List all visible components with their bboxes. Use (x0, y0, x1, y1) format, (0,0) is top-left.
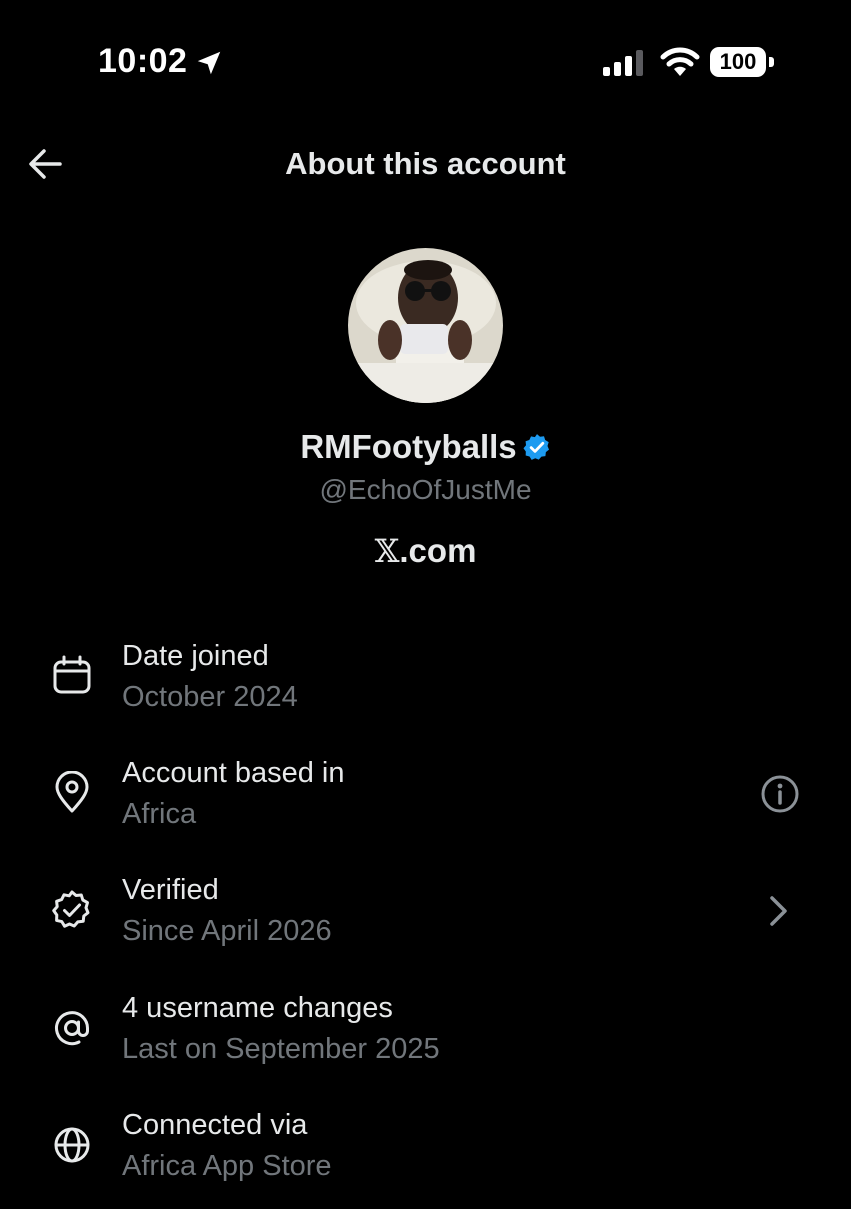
row-title: Connected via (122, 1109, 308, 1141)
globe-icon (54, 1127, 90, 1163)
row-username-changes: 4 username changes Last on September 202… (0, 992, 851, 1092)
row-title: Verified (122, 874, 219, 906)
website-domain: .com (399, 532, 477, 569)
handle: @EchoOfJustMe (319, 474, 532, 505)
avatar[interactable] (348, 248, 503, 403)
row-connected-via: Connected via Africa App Store (0, 1109, 851, 1209)
row-subtitle: Since April 2026 (122, 915, 332, 947)
x-logo-text: 𝕏 (374, 532, 400, 570)
battery-level: 100 (710, 47, 766, 77)
row-subtitle: Africa (122, 798, 197, 830)
row-date-joined: Date joined October 2024 (0, 640, 851, 740)
info-icon[interactable] (759, 773, 801, 815)
row-account-based-in: Account based in Africa (0, 757, 851, 857)
display-name: RMFootyballs (300, 428, 517, 465)
verified-badge-icon (523, 434, 549, 460)
status-bar: 10:02 100 (0, 0, 851, 120)
header: About this account (0, 120, 851, 210)
row-subtitle: Last on September 2025 (122, 1033, 440, 1065)
row-subtitle: October 2024 (122, 681, 298, 713)
row-verified[interactable]: Verified Since April 2026 (0, 874, 851, 974)
row-title: Date joined (122, 640, 269, 672)
row-subtitle: Africa App Store (122, 1150, 332, 1182)
website-label[interactable]: 𝕏.com (0, 532, 851, 570)
cellular-signal-icon (603, 50, 643, 76)
location-pin-icon (55, 771, 89, 813)
avatar-image (348, 248, 503, 403)
chevron-right-icon[interactable] (757, 890, 799, 932)
battery-indicator: 100 (710, 47, 776, 77)
calendar-icon (53, 655, 91, 694)
row-title: 4 username changes (122, 992, 393, 1024)
at-sign-icon (55, 1011, 89, 1046)
battery-cap (769, 57, 774, 67)
profile-name-row: RMFootyballs (0, 428, 851, 466)
page-title: About this account (285, 146, 566, 181)
location-arrow-icon (197, 51, 221, 75)
wifi-icon (660, 47, 700, 76)
row-title: Account based in (122, 757, 345, 789)
status-time: 10:02 (98, 42, 188, 80)
verified-seal-icon (52, 890, 90, 928)
